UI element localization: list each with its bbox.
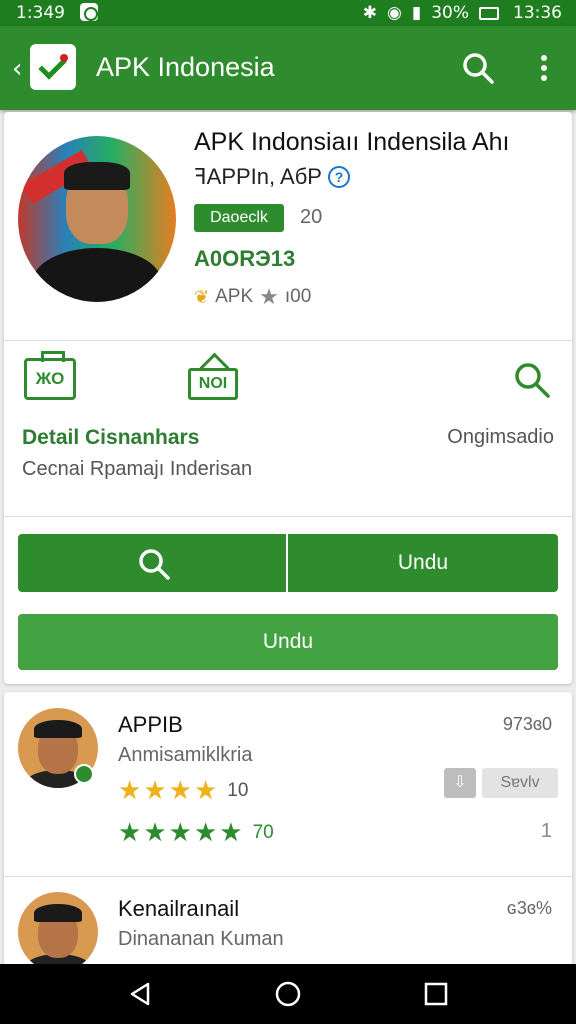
notification-icon (80, 3, 98, 21)
developer-name: ꟻAPPIn, AбP (194, 164, 322, 189)
star-icon: ★ (193, 776, 218, 806)
download-small-button[interactable]: ⇩ (444, 768, 476, 798)
camera-box-icon[interactable]: ЖO (24, 351, 76, 400)
star-icon: ★ (219, 818, 243, 848)
star-icon: ★ (118, 776, 142, 806)
action-button-row: Undu (18, 534, 558, 592)
battery-percent: 30% (431, 3, 469, 23)
download-full-button[interactable]: Undu (18, 614, 558, 670)
app-list-card: APPIB Anmisamiklkria 973ɞ0 ★ ★ ★ ★ 10 ★ ★ ★ ★ ★… (4, 692, 572, 972)
list-item[interactable]: APPIB Anmisamiklkria 973ɞ0 ★ ★ ★ ★ 10 ★ ★ ★ ★ ★… (4, 692, 572, 872)
download-button[interactable]: Undu (288, 534, 558, 592)
list-item-name: APPIB (118, 712, 183, 737)
status-bar: 1:349 ✱ ◉ ▮ 30% 13:36 (0, 0, 576, 26)
list-item-index: 1 (540, 820, 552, 842)
info-icon: ? (327, 166, 350, 188)
signal-icon: ▮ (411, 3, 422, 23)
app-detail-card: APK Indonsiaıı Indensila Ahı ꟻAPPIn, AбP… (4, 112, 572, 684)
star-icon: ★ (143, 776, 167, 806)
search-icon[interactable] (512, 360, 552, 400)
save-button[interactable]: Sɐvlv (482, 768, 558, 798)
system-nav-bar (0, 964, 576, 1024)
app-title: APK Indonsiaıı Indensila Ahı (194, 128, 510, 156)
rating-label: APK (215, 286, 254, 307)
star-icon: ★ (118, 818, 142, 848)
status-time: 1:349 (16, 3, 65, 23)
recents-icon[interactable] (418, 976, 454, 1012)
detail-right-label[interactable]: Ongimsadio (447, 426, 554, 449)
star-icon: ★ (193, 818, 218, 848)
list-item-name: Kenailraınail (118, 896, 240, 921)
green-rating-value: 70 (252, 822, 274, 843)
green-star-rating: ★ ★ ★ ★ ★ 70 (118, 818, 274, 848)
divider (4, 516, 572, 517)
bluetooth-icon: ✱ (362, 3, 377, 23)
detail-subtitle: Cecnai Rpamajı Inderisan (22, 458, 253, 480)
star-icon: ★ (259, 284, 279, 309)
app-logo (30, 44, 76, 90)
detail-title[interactable]: Detail Cisnanhars (22, 426, 199, 450)
search-icon (139, 549, 170, 580)
avatar (18, 892, 98, 972)
search-button[interactable] (18, 534, 288, 592)
back-arrow-icon[interactable]: ‹ (12, 54, 22, 84)
gold-rating-value: 10 (227, 780, 249, 801)
category-badge[interactable]: Daoeclk (194, 204, 284, 232)
version-text: A0ORЭ13 (194, 246, 296, 271)
battery-icon (479, 6, 499, 20)
divider (4, 340, 572, 341)
badge-count: 20 (300, 206, 323, 228)
status-clock: 13:36 (513, 3, 562, 23)
search-icon[interactable] (460, 50, 496, 86)
list-item-count: ɢ3ɞ% (506, 898, 552, 918)
upload-box-icon[interactable]: NOI (188, 368, 238, 400)
star-icon: ★ (168, 818, 192, 848)
verified-check-icon (74, 764, 94, 784)
rating-line: ❦ APK ★ ı00 (194, 284, 311, 310)
home-icon[interactable] (270, 976, 306, 1012)
star-icon: ★ (168, 776, 192, 806)
list-item-subtitle: Dinananan Kuman (118, 928, 284, 950)
rating-value: ı00 (284, 286, 312, 307)
more-options-icon[interactable] (532, 50, 556, 86)
app-avatar (18, 136, 176, 302)
developer-line[interactable]: ꟻAPPIn, AбP ? (194, 164, 350, 190)
list-item-count: 973ɞ0 (502, 714, 552, 734)
app-bar: ‹ APK Indonesia (0, 26, 576, 110)
leaf-icon: ❦ (194, 286, 210, 307)
wifi-icon: ◉ (387, 3, 402, 23)
status-right: ✱ ◉ ▮ 30% 13:36 (363, 3, 562, 23)
back-icon[interactable] (122, 976, 158, 1012)
app-bar-title: APK Indonesia (96, 52, 275, 82)
gold-star-rating: ★ ★ ★ ★ 10 (118, 776, 248, 806)
star-icon: ★ (143, 818, 167, 848)
list-item-subtitle: Anmisamiklkria (118, 744, 253, 766)
